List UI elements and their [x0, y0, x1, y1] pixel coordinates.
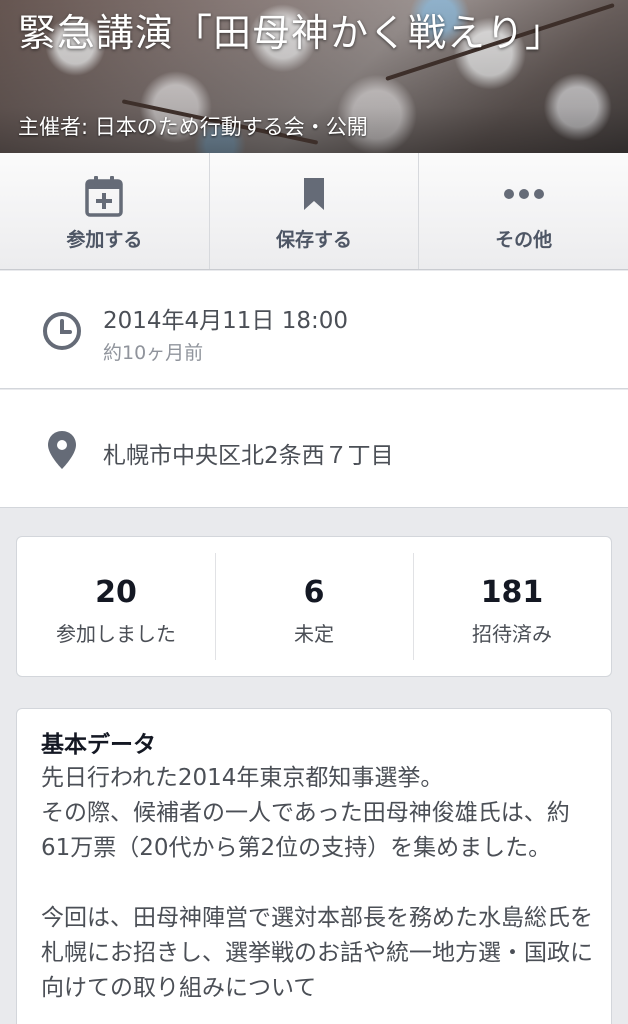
stat-maybe-label: 未定: [294, 622, 334, 646]
clock-icon: [43, 312, 81, 350]
event-title: 緊急講演「田母神かく戦えり」: [18, 11, 565, 55]
stat-invited-count: 181: [480, 575, 544, 610]
details-paragraph: その際、候補者の一人であった田母神俊雄氏は、約61万票（20代から第2位の支持）…: [41, 800, 570, 861]
more-button[interactable]: その他: [419, 153, 628, 269]
join-button-label: 参加する: [66, 229, 143, 251]
event-action-bar: 参加する 保存する その他: [0, 153, 628, 270]
details-body: 先日行われた2014年東京都知事選挙。 その際、候補者の一人であった田母神俊雄氏…: [41, 761, 597, 1006]
stat-invited-label: 招待済み: [472, 622, 552, 646]
event-details-card: 基本データ 先日行われた2014年東京都知事選挙。 その際、候補者の一人であった…: [16, 708, 612, 1024]
event-address: 札幌市中央区北2条西７丁目: [103, 443, 394, 469]
details-paragraph: [41, 866, 597, 901]
save-button[interactable]: 保存する: [210, 153, 420, 269]
stat-maybe-count: 6: [303, 575, 325, 610]
bookmark-icon: [304, 178, 324, 210]
stat-invited[interactable]: 181 招待済み: [413, 537, 611, 676]
event-datetime: 2014年4月11日 18:00: [103, 308, 349, 334]
save-button-label: 保存する: [276, 229, 353, 251]
stat-maybe[interactable]: 6 未定: [215, 537, 413, 676]
guest-stats-card: 20 参加しました 6 未定 181 招待済み: [16, 536, 612, 677]
event-time-row[interactable]: 2014年4月11日 18:00 約10ヶ月前: [0, 271, 628, 389]
details-paragraph: 先日行われた2014年東京都知事選挙。: [41, 765, 444, 791]
stat-going-count: 20: [95, 575, 137, 610]
details-paragraph: 今回は、田母神陣営で選対本部長を務めた水島総氏を札幌にお招きし、選挙戦のお話や統…: [41, 905, 593, 1001]
more-button-label: その他: [495, 229, 553, 251]
details-heading: 基本データ: [41, 732, 156, 758]
stat-going-label: 参加しました: [56, 622, 176, 646]
stat-going[interactable]: 20 参加しました: [17, 537, 215, 676]
join-button[interactable]: 参加する: [0, 153, 210, 269]
event-cover-photo[interactable]: 緊急講演「田母神かく戦えり」 主催者: 日本のため行動する会・公開: [0, 0, 628, 153]
event-location-row[interactable]: 札幌市中央区北2条西７丁目: [0, 390, 628, 508]
more-dots-icon: [503, 189, 544, 199]
event-relative-time: 約10ヶ月前: [103, 342, 204, 364]
location-pin-icon: [48, 431, 76, 469]
calendar-add-icon: [85, 176, 124, 217]
event-host-privacy[interactable]: 主催者: 日本のため行動する会・公開: [18, 111, 368, 141]
